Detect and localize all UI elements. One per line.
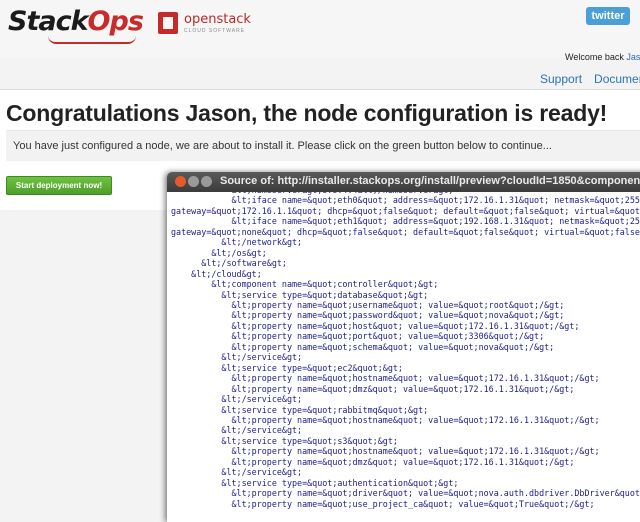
- source-window-title: Source of: http://installer.stackops.org…: [220, 175, 640, 187]
- welcome-message: Welcome back Jasonf: [565, 52, 640, 62]
- code-line: &lt;/cloud&gt;: [171, 268, 262, 279]
- code-line: &lt;property name=&quot;host&quot; value…: [171, 320, 580, 331]
- openstack-cube-icon: [158, 12, 178, 34]
- brand-part1: Stack: [8, 6, 89, 37]
- code-line: &lt;/service&gt;: [171, 352, 303, 363]
- code-line: &lt;component name=&quot;controller&quot…: [171, 279, 439, 290]
- code-line: gateway=&quot;none&quot; dhcp=&quot;fals…: [171, 226, 640, 237]
- source-code-text: &lt;nameserver&gt;8.8.4.4&lt;/nameserver…: [171, 192, 640, 509]
- code-line: &lt;iface name=&quot;eth0&quot; address=…: [171, 195, 640, 206]
- minimize-icon[interactable]: [188, 176, 199, 187]
- code-line: &lt;service type=&quot;s3&quot;&gt;: [171, 435, 398, 446]
- code-line: &lt;property name=&quot;username&quot; v…: [171, 299, 565, 310]
- nav-support-link[interactable]: Support: [540, 72, 582, 86]
- code-line: &lt;property name=&quot;password&quot; v…: [171, 310, 565, 321]
- openstack-logo[interactable]: openstack CLOUD SOFTWARE: [158, 12, 278, 42]
- code-line: &lt;service type=&quot;authentication&qu…: [171, 477, 459, 488]
- close-icon[interactable]: [175, 176, 186, 187]
- source-code-area[interactable]: &lt;nameserver&gt;8.8.4.4&lt;/nameserver…: [167, 192, 640, 522]
- code-line: &lt;/software&gt;: [171, 258, 287, 269]
- logo-swoosh: [48, 36, 136, 44]
- code-line: &lt;iface name=&quot;eth1&quot; address=…: [171, 216, 640, 227]
- page-title: Congratulations Jason, the node configur…: [6, 100, 608, 126]
- code-line: &lt;/service&gt;: [171, 425, 303, 436]
- start-deployment-button[interactable]: Start deployment now!: [6, 176, 112, 195]
- code-line: &lt;property name=&quot;hostname&quot; v…: [171, 446, 600, 457]
- code-line: &lt;property name=&quot;hostname&quot; v…: [171, 414, 600, 425]
- top-nav: Support Documen: [540, 72, 640, 86]
- code-line: &lt;/network&gt;: [171, 237, 303, 248]
- code-line: &lt;service type=&quot;ec2&quot;&gt;: [171, 362, 403, 373]
- code-line: &lt;/service&gt;: [171, 467, 303, 478]
- code-line: &lt;property name=&quot;port&quot; value…: [171, 331, 545, 342]
- user-name-link[interactable]: Jasonf: [626, 52, 640, 62]
- code-line: &lt;/os&gt;: [171, 247, 267, 258]
- code-line: &lt;/service&gt;: [171, 394, 303, 405]
- brand-part2: Ops: [87, 6, 144, 37]
- openstack-logo-text: openstack: [184, 12, 251, 27]
- top-header: StackOps openstack CLOUD SOFTWARE twitte…: [0, 0, 640, 58]
- openstack-logo-sub: CLOUD SOFTWARE: [184, 28, 246, 34]
- twitter-button[interactable]: twitter: [586, 7, 630, 25]
- code-line: &lt;property name=&quot;driver&quot; val…: [171, 488, 640, 499]
- code-line: gateway=&quot;172.16.1.1&quot; dhcp=&quo…: [171, 205, 640, 216]
- code-line: &lt;property name=&quot;use_project_ca&q…: [171, 498, 595, 509]
- stackops-logo[interactable]: StackOps: [8, 6, 144, 44]
- info-text: You have just configured a node, we are …: [13, 140, 552, 152]
- code-line: &lt;property name=&quot;dmz&quot; value=…: [171, 383, 575, 394]
- code-line: &lt;service type=&quot;rabbitmq&quot;&gt…: [171, 404, 429, 415]
- source-viewer-window: Source of: http://installer.stackops.org…: [167, 172, 640, 522]
- code-line: &lt;property name=&quot;hostname&quot; v…: [171, 373, 600, 384]
- maximize-icon[interactable]: [201, 176, 212, 187]
- nav-documentation-link[interactable]: Documen: [594, 72, 640, 86]
- code-line: &lt;service type=&quot;database&quot;&gt…: [171, 289, 429, 300]
- info-box: You have just configured a node, we are …: [6, 130, 640, 161]
- code-line: &lt;property name=&quot;schema&quot; val…: [171, 341, 555, 352]
- welcome-text: Welcome back: [565, 52, 627, 62]
- code-line: &lt;property name=&quot;dmz&quot; value=…: [171, 456, 575, 467]
- source-window-titlebar[interactable]: Source of: http://installer.stackops.org…: [167, 172, 640, 192]
